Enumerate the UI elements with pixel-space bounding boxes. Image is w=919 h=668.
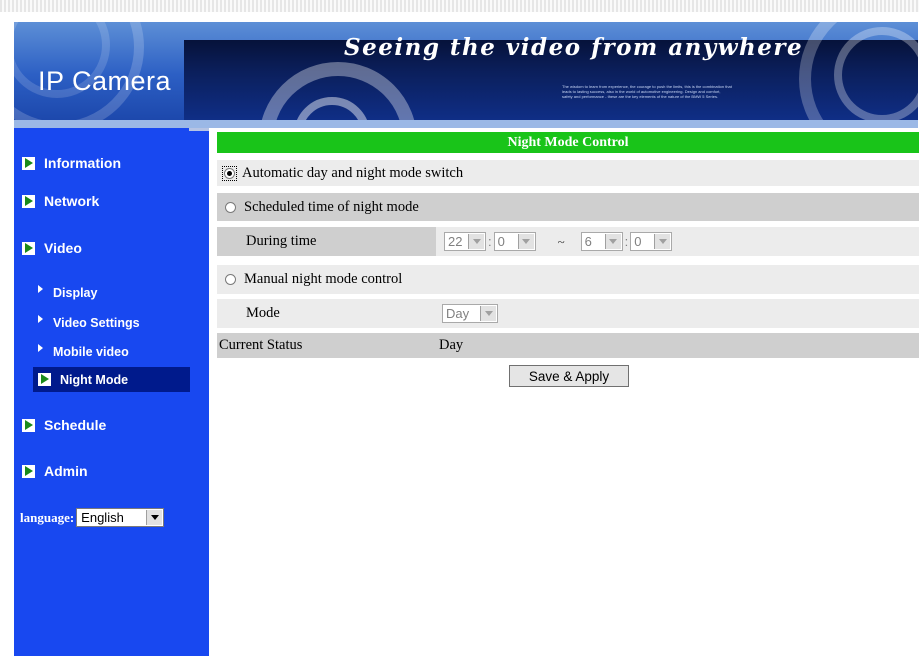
language-label: language: [20,509,75,525]
sidebar-subitem-label: Display [53,286,98,300]
sidebar-item-label: Information [44,155,121,171]
mode-row: Mode Day [217,299,919,328]
option-row-manual: Manual night mode control [217,265,919,294]
during-time-controls: 22 : 0 ~ 6 : 0 [436,227,919,256]
option-label-auto: Automatic day and night mode switch [242,164,464,181]
option-label-scheduled: Scheduled time of night mode [244,198,419,215]
top-border [0,0,919,12]
end-hour-value: 6 [584,234,592,249]
sidebar-item-network[interactable]: Network [22,193,99,209]
green-arrow-icon [22,418,35,432]
option-label-manual: Manual night mode control [244,271,403,287]
sidebar-subitem-video-settings[interactable]: Video Settings [38,315,140,330]
green-arrow-icon [22,464,35,478]
chevron-down-icon[interactable] [480,306,496,321]
mode-value: Day [446,306,470,321]
radio-scheduled[interactable] [225,201,236,213]
language-value: English [81,510,124,525]
sidebar-item-schedule[interactable]: Schedule [22,417,106,433]
arrow-icon [38,344,43,352]
sidebar-subitem-label: Video Settings [53,316,140,330]
end-hour-select[interactable]: 6 [580,232,623,251]
arrow-icon [38,285,43,293]
sidebar: Information Network Video Display Video … [14,128,209,656]
time-separator: : [624,234,629,249]
page-title: Night Mode Control [217,132,919,153]
radio-manual[interactable] [225,274,236,285]
sidebar-top-accent [189,128,209,131]
sidebar-subitem-night-mode[interactable]: Night Mode [33,367,190,392]
green-arrow-icon [22,241,35,255]
option-row-auto: Automatic day and night mode switch [217,160,919,186]
mode-label: Mode [246,305,280,321]
sidebar-item-label: Admin [44,463,88,479]
range-symbol: ~ [557,233,565,249]
language-selector: language: English [20,508,165,527]
green-arrow-icon [22,156,35,170]
green-arrow-icon [22,194,35,208]
start-minute-value: 0 [497,234,505,249]
arrow-icon [38,315,43,323]
chevron-down-icon[interactable] [146,510,163,525]
sidebar-item-label: Network [44,193,100,209]
end-minute-select[interactable]: 0 [630,232,673,251]
sidebar-item-label: Video [44,240,82,256]
chevron-down-icon[interactable] [604,234,621,249]
radio-focus-outline [222,165,237,181]
green-arrow-icon [38,373,51,386]
save-apply-button[interactable]: Save & Apply [509,365,629,387]
option-row-scheduled: Scheduled time of night mode [217,193,919,221]
banner-fine-print: The wisdom to learn from experience, the… [562,84,732,99]
sidebar-subitem-mobile-video[interactable]: Mobile video [38,344,129,359]
current-status-label: Current Status [219,337,303,353]
sidebar-item-admin[interactable]: Admin [22,463,88,479]
current-status-row: Current Status Day [217,333,919,358]
sidebar-item-information[interactable]: Information [22,155,121,171]
banner-slogan: Seeing the video from anywhere [344,34,804,61]
during-time-row: During time 22 : 0 ~ 6 : 0 [217,227,919,256]
start-minute-select[interactable]: 0 [493,232,536,251]
chevron-down-icon[interactable] [468,234,484,249]
time-separator: : [488,234,492,249]
header-banner: IP Camera Seeing the video from anywhere… [14,22,918,128]
sidebar-subitem-display[interactable]: Display [38,285,98,300]
sidebar-item-video[interactable]: Video [22,240,82,256]
mode-select[interactable]: Day [442,304,498,323]
sidebar-item-label: Schedule [44,417,107,433]
sidebar-subitem-label: Mobile video [53,345,129,359]
language-select[interactable]: English [76,508,165,527]
during-time-label: During time [246,233,317,249]
chevron-down-icon[interactable] [654,234,671,249]
radio-auto[interactable] [224,167,235,179]
chevron-down-icon[interactable] [517,234,534,249]
current-status-value: Day [439,337,464,353]
mode-controls: Day [436,299,919,328]
banner-bottom-strip [14,120,918,128]
start-hour-value: 22 [448,234,463,249]
end-minute-value: 0 [634,234,642,249]
logo-text: IP Camera [38,66,172,96]
sidebar-subitem-label: Night Mode [60,372,129,387]
start-hour-select[interactable]: 22 [444,232,486,251]
